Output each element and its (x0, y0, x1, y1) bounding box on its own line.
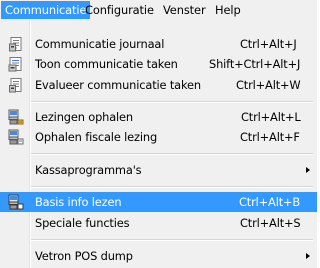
menu-item-label: Basis info lezen (35, 195, 122, 209)
menu-item-label: Lezingen ophalen (35, 110, 133, 124)
readings-icon (8, 109, 24, 125)
menu-item-basis-info-lezen[interactable]: Basis info lezen Ctrl+Alt+B (0, 192, 317, 212)
menu-item-toon-communicatie-taken[interactable]: Toon communicatie taken Shift+Ctrl+Alt+J (0, 54, 317, 74)
menu-separator (31, 186, 313, 188)
submenu-arrow-icon (306, 167, 310, 173)
basic-info-icon (8, 194, 24, 210)
menu-item-label: Evalueer communicatie taken (35, 78, 201, 92)
menu-item-label: Speciale functies (35, 216, 130, 230)
menu-item-label: Vetron POS dump (35, 249, 133, 263)
communicatie-dropdown-menu: Communicatie journaal Ctrl+Alt+J Toon co… (0, 20, 317, 268)
menu-item-ophalen-fiscale-lezing[interactable]: Ophalen fiscale lezing Ctrl+Alt+F (0, 127, 317, 147)
tasks-icon (8, 57, 22, 72)
menu-separator (31, 153, 313, 155)
shortcut-label: Ctrl+Alt+L (241, 110, 301, 124)
menu-item-label: Communicatie journaal (35, 37, 165, 51)
menu-item-communicatie-journaal[interactable]: Communicatie journaal Ctrl+Alt+J (0, 34, 317, 54)
shortcut-label: Ctrl+Alt+B (239, 195, 301, 209)
shortcut-label: Ctrl+Alt+J (240, 37, 297, 51)
menu-item-kassaprogrammas[interactable]: Kassaprogramma's (0, 160, 317, 180)
menu-separator (31, 239, 313, 241)
menu-item-speciale-functies[interactable]: Speciale functies Ctrl+Alt+S (0, 213, 317, 233)
menu-bar: Communicatie Configuratie Venster Help (0, 0, 317, 21)
evaluate-icon (9, 78, 22, 93)
shortcut-label: Ctrl+Alt+W (236, 78, 301, 92)
shortcut-label: Ctrl+Alt+S (240, 216, 301, 230)
menu-item-label: Kassaprogramma's (35, 163, 142, 177)
menu-help[interactable]: Help (211, 1, 245, 19)
menu-communicatie[interactable]: Communicatie (1, 1, 91, 19)
menu-item-label: Ophalen fiscale lezing (35, 130, 158, 144)
journal-icon (9, 37, 22, 52)
menu-venster[interactable]: Venster (159, 1, 210, 19)
menu-separator (31, 101, 313, 103)
submenu-arrow-icon (306, 253, 310, 259)
shortcut-label: Shift+Ctrl+Alt+J (209, 57, 301, 71)
menu-configuratie[interactable]: Configuratie (81, 1, 158, 19)
menu-item-label: Toon communicatie taken (35, 57, 178, 71)
menu-item-vetron-pos-dump[interactable]: Vetron POS dump (0, 246, 317, 266)
menu-item-lezingen-ophalen[interactable]: Lezingen ophalen Ctrl+Alt+L (0, 107, 317, 127)
fiscal-reading-icon (8, 129, 24, 145)
menu-item-evalueer-communicatie-taken[interactable]: Evalueer communicatie taken Ctrl+Alt+W (0, 75, 317, 95)
shortcut-label: Ctrl+Alt+F (240, 130, 300, 144)
